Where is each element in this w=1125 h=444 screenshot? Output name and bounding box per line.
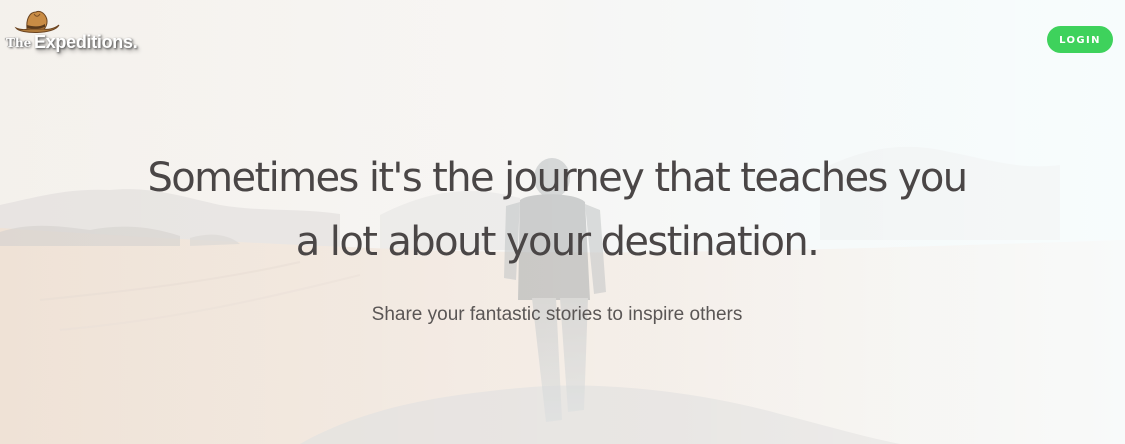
logo-brand-text: Expeditions. — [34, 32, 138, 52]
logo-prefix-text: The — [6, 36, 32, 50]
hero-headline: Sometimes it's the journey that teaches … — [147, 155, 968, 265]
site-logo[interactable]: The Expeditions. — [6, 8, 156, 60]
login-button[interactable]: LOGIN — [1047, 26, 1113, 53]
hero-subtitle: Share your fantastic stories to inspire … — [371, 304, 743, 325]
